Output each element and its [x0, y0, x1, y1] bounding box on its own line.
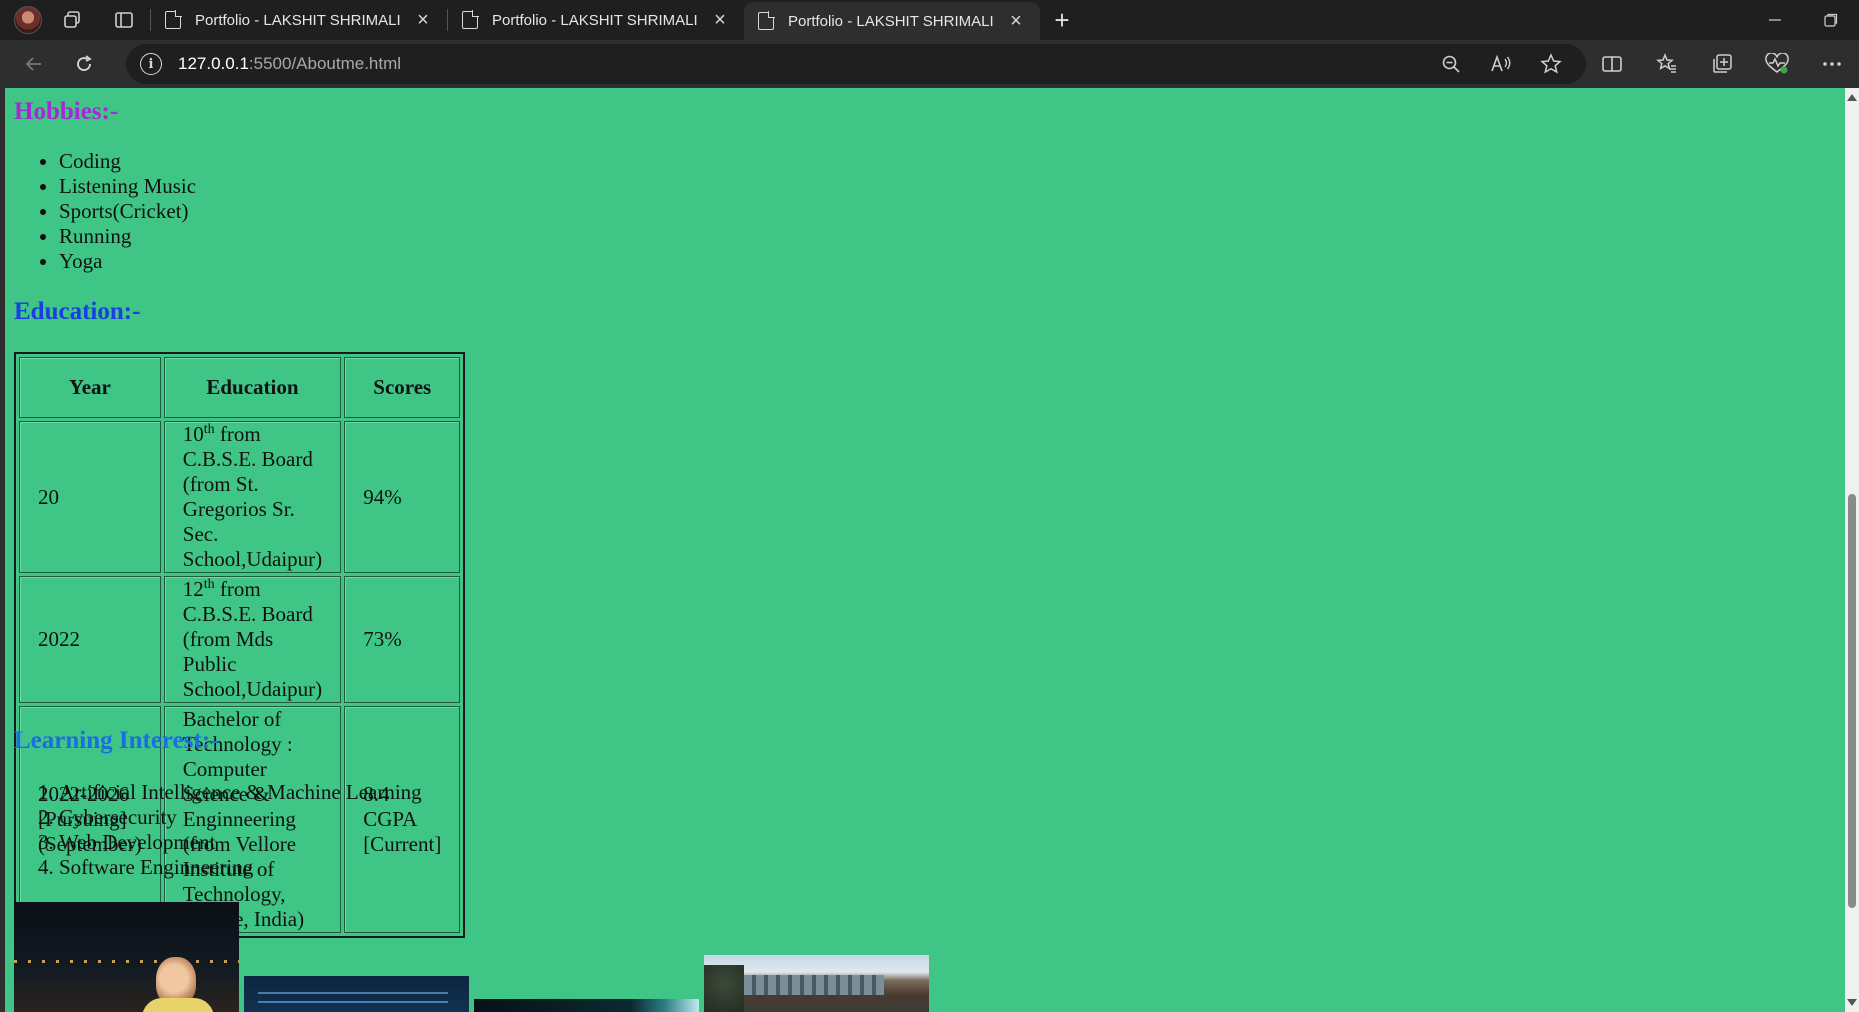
- list-item: Software Enginneering: [59, 855, 422, 880]
- scroll-down-arrow-icon[interactable]: [1847, 999, 1857, 1006]
- browser-essentials-icon[interactable]: [1749, 40, 1804, 88]
- campus-photo: [704, 955, 929, 1012]
- list-item: Artificial Intelligence & Machine Learni…: [59, 780, 422, 805]
- browser-toolbar: i 127.0.0.1:5500/Aboutme.html: [0, 40, 1859, 88]
- tab-2[interactable]: Portfolio - LAKSHIT SHRIMALI ×: [448, 0, 744, 40]
- collections-icon[interactable]: [1694, 40, 1749, 88]
- page-viewport: Hobbies:- Coding Listening Music Sports(…: [0, 88, 1859, 1012]
- profile-avatar[interactable]: [10, 0, 46, 40]
- restore-icon[interactable]: [1803, 0, 1859, 40]
- zoom-out-icon[interactable]: [1426, 44, 1476, 84]
- tab-1[interactable]: Portfolio - LAKSHIT SHRIMALI ×: [151, 0, 447, 40]
- list-item: Sports(Cricket): [59, 199, 196, 224]
- list-item: Web Development: [59, 830, 422, 855]
- year-cell: 2022: [19, 576, 161, 703]
- tech-photo: [474, 999, 699, 1012]
- score-cell: 73%: [344, 576, 461, 703]
- new-tab-icon[interactable]: +: [1040, 0, 1084, 40]
- education-cell: 12th from C.B.S.E. Board (from Mds Public…: [163, 576, 342, 703]
- score-cell: 94%: [344, 421, 461, 573]
- list-item: Coding: [59, 149, 196, 174]
- hobbies-heading: Hobbies:-: [14, 98, 119, 125]
- year-cell: 20: [19, 421, 161, 573]
- education-heading: Education:-: [14, 298, 141, 325]
- address-bar[interactable]: i 127.0.0.1:5500/Aboutme.html: [126, 44, 1586, 84]
- tab-title: Portfolio - LAKSHIT SHRIMALI: [492, 11, 698, 29]
- learning-interest-list: Artificial Intelligence & Machine Learni…: [14, 780, 422, 880]
- learning-interest-heading: Learning Interest:-: [14, 727, 219, 754]
- workspaces-icon[interactable]: [46, 0, 98, 40]
- favorites-icon[interactable]: [1639, 40, 1694, 88]
- page-icon: [758, 11, 775, 30]
- list-item: Running: [59, 224, 196, 249]
- close-tab-icon[interactable]: ×: [1006, 10, 1026, 32]
- minimize-icon[interactable]: [1747, 0, 1803, 40]
- table-row: 2022 12th from C.B.S.E. Board (from Mds P…: [19, 576, 461, 703]
- tab-actions-icon[interactable]: [98, 0, 150, 40]
- scroll-up-arrow-icon[interactable]: [1847, 94, 1857, 101]
- read-aloud-icon[interactable]: [1476, 44, 1526, 84]
- education-cell: 10th from C.B.S.E. Board (from St. Gregor…: [163, 421, 342, 573]
- column-header-education: Education: [163, 357, 342, 418]
- favorite-star-icon[interactable]: [1526, 44, 1576, 84]
- close-tab-icon[interactable]: ×: [413, 9, 433, 31]
- refresh-icon[interactable]: [62, 44, 106, 84]
- tab-3-active[interactable]: Portfolio - LAKSHIT SHRIMALI ×: [744, 2, 1040, 40]
- page-icon: [165, 10, 182, 29]
- more-icon[interactable]: [1804, 40, 1859, 88]
- column-header-scores: Scores: [344, 357, 461, 418]
- table-header-row: Year Education Scores: [19, 357, 461, 418]
- list-item: Yoga: [59, 249, 196, 274]
- url-text: 127.0.0.1:5500/Aboutme.html: [178, 54, 402, 73]
- hobbies-list: Coding Listening Music Sports(Cricket) R…: [14, 149, 196, 274]
- profile-photo: [14, 902, 239, 1012]
- scrollbar-thumb[interactable]: [1848, 494, 1856, 908]
- window-left-edge: [0, 88, 5, 1012]
- page-icon: [462, 10, 479, 29]
- list-item: Cybersecurity: [59, 805, 422, 830]
- photo-gallery: [14, 902, 954, 1012]
- column-header-year: Year: [19, 357, 161, 418]
- vertical-scrollbar[interactable]: [1845, 88, 1859, 1012]
- title-bar: Portfolio - LAKSHIT SHRIMALI × Portfolio…: [0, 0, 1859, 40]
- list-item: Listening Music: [59, 174, 196, 199]
- split-screen-icon[interactable]: [1584, 40, 1639, 88]
- coding-photo: [244, 976, 469, 1012]
- close-tab-icon[interactable]: ×: [710, 9, 730, 31]
- table-row: 20 10th from C.B.S.E. Board (from St. Gre…: [19, 421, 461, 573]
- tab-title: Portfolio - LAKSHIT SHRIMALI: [195, 11, 401, 29]
- site-info-icon[interactable]: i: [140, 53, 162, 75]
- tab-title: Portfolio - LAKSHIT SHRIMALI: [788, 12, 994, 30]
- back-icon[interactable]: [12, 44, 56, 84]
